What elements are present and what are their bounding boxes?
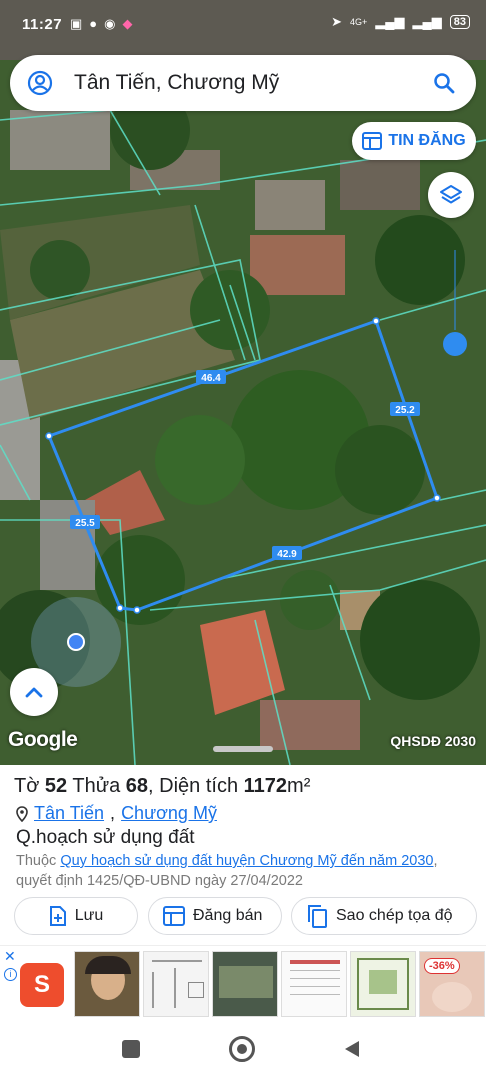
google-logo: Google xyxy=(8,728,78,751)
area-value: 1172 xyxy=(243,775,288,797)
edge-label-right: 25.2 xyxy=(395,405,415,416)
ad-product-image[interactable] xyxy=(143,951,209,1017)
network-type: 4G+ xyxy=(350,17,368,27)
layers-button[interactable] xyxy=(428,172,474,218)
add-document-icon xyxy=(49,906,66,926)
district-link[interactable]: Chương Mỹ xyxy=(121,803,217,824)
home-icon[interactable] xyxy=(229,1036,255,1062)
location-pin-icon xyxy=(16,805,28,822)
recents-icon[interactable] xyxy=(122,1040,140,1058)
notification-icon: ◆ xyxy=(122,16,133,31)
planning-link[interactable]: Quy hoạch sử dụng đất huyện Chương Mỹ đế… xyxy=(60,853,433,869)
search-icon[interactable] xyxy=(432,71,456,95)
ad-close-icon[interactable]: ✕ xyxy=(4,948,16,965)
parcel-summary: Tờ 52 Thửa 68, Diện tích 1172m² xyxy=(14,775,311,797)
layers-icon xyxy=(440,185,462,204)
edge-label-left: 25.5 xyxy=(75,518,95,529)
edge-label-bottom: 42.9 xyxy=(277,549,297,560)
ad-product-image[interactable] xyxy=(212,951,278,1017)
tin-dang-button[interactable]: TIN ĐĂNG xyxy=(352,122,476,160)
parcel-label: Thửa xyxy=(72,775,121,797)
satellite-map[interactable]: 46.4 25.2 42.9 25.5 11:27 ▣ ● ◉ ◆ ➤ 4G+ … xyxy=(0,0,486,765)
plot-boundary[interactable]: 46.4 25.2 42.9 25.5 xyxy=(0,0,486,765)
post-sale-button[interactable]: Đăng bán xyxy=(148,897,282,935)
ad-banner[interactable]: ✕ i S -36% xyxy=(0,945,486,1022)
location-arrow-icon: ➤ xyxy=(331,14,343,29)
parcel-info-sheet: Tờ 52 Thửa 68, Diện tích 1172m² Tân Tiến… xyxy=(0,765,486,945)
planning-title: Q.hoạch sử dụng đất xyxy=(16,827,195,848)
ad-product-image[interactable] xyxy=(74,951,140,1017)
status-time: 11:27 xyxy=(22,16,63,33)
sheet-label: Tờ xyxy=(14,775,40,797)
save-button[interactable]: Lưu xyxy=(14,897,138,935)
copy-coordinates-label: Sao chép tọa độ xyxy=(336,907,453,924)
battery-indicator: 83 xyxy=(449,15,470,29)
location-line: Tân Tiến, Chương Mỹ xyxy=(16,803,217,824)
copy-coordinates-button[interactable]: Sao chép tọa độ xyxy=(291,897,477,935)
listing-icon xyxy=(362,132,383,150)
back-icon[interactable] xyxy=(342,1039,362,1059)
parcel-number: 68 xyxy=(125,775,149,797)
chevron-up-icon xyxy=(25,687,43,698)
expand-button[interactable] xyxy=(10,668,58,716)
edge-label-top: 46.4 xyxy=(201,373,221,384)
search-query[interactable]: Tân Tiến, Chương Mỹ xyxy=(74,71,279,95)
post-sale-label: Đăng bán xyxy=(193,907,263,924)
plan-layer-label: QHSDĐ 2030 xyxy=(390,733,476,749)
ad-product-image[interactable]: -36% xyxy=(419,951,485,1017)
ad-product-image[interactable] xyxy=(281,951,347,1017)
sheet-number: 52 xyxy=(44,775,68,797)
ad-info-icon[interactable]: i xyxy=(4,968,17,981)
planning-prefix: Thuộc xyxy=(16,853,57,869)
listing-icon xyxy=(163,906,185,926)
app-icon: ◉ xyxy=(104,16,116,31)
ad-product-image[interactable] xyxy=(350,951,416,1017)
copy-icon xyxy=(308,905,327,928)
discount-badge: -36% xyxy=(424,958,460,974)
planning-description: Thuộc Quy hoạch sử dụng đất huyện Chương… xyxy=(16,851,456,891)
signal-icon-2: ▂▄▆ xyxy=(412,14,442,29)
area-label: Diện tích xyxy=(159,775,239,797)
tin-dang-label: TIN ĐĂNG xyxy=(388,132,466,149)
gallery-icon: ▣ xyxy=(70,16,83,31)
account-icon[interactable] xyxy=(27,70,53,96)
system-navigation-bar xyxy=(0,1022,486,1080)
action-buttons: Lưu Đăng bán Sao chép tọa độ xyxy=(14,897,480,937)
signal-icon: ▂▄▆ xyxy=(375,14,405,29)
save-label: Lưu xyxy=(74,907,104,924)
search-bar[interactable]: Tân Tiến, Chương Mỹ xyxy=(10,55,476,111)
plot-polygon xyxy=(47,319,439,612)
shopee-logo: S xyxy=(20,963,64,1007)
commune-link[interactable]: Tân Tiến xyxy=(34,803,104,824)
status-bar: 11:27 ▣ ● ◉ ◆ ➤ 4G+ ▂▄▆ ▂▄▆ 83 xyxy=(0,0,486,50)
area-unit: m² xyxy=(287,775,311,797)
messenger-icon: ● xyxy=(89,16,98,31)
sheet-drag-handle[interactable] xyxy=(213,746,273,752)
